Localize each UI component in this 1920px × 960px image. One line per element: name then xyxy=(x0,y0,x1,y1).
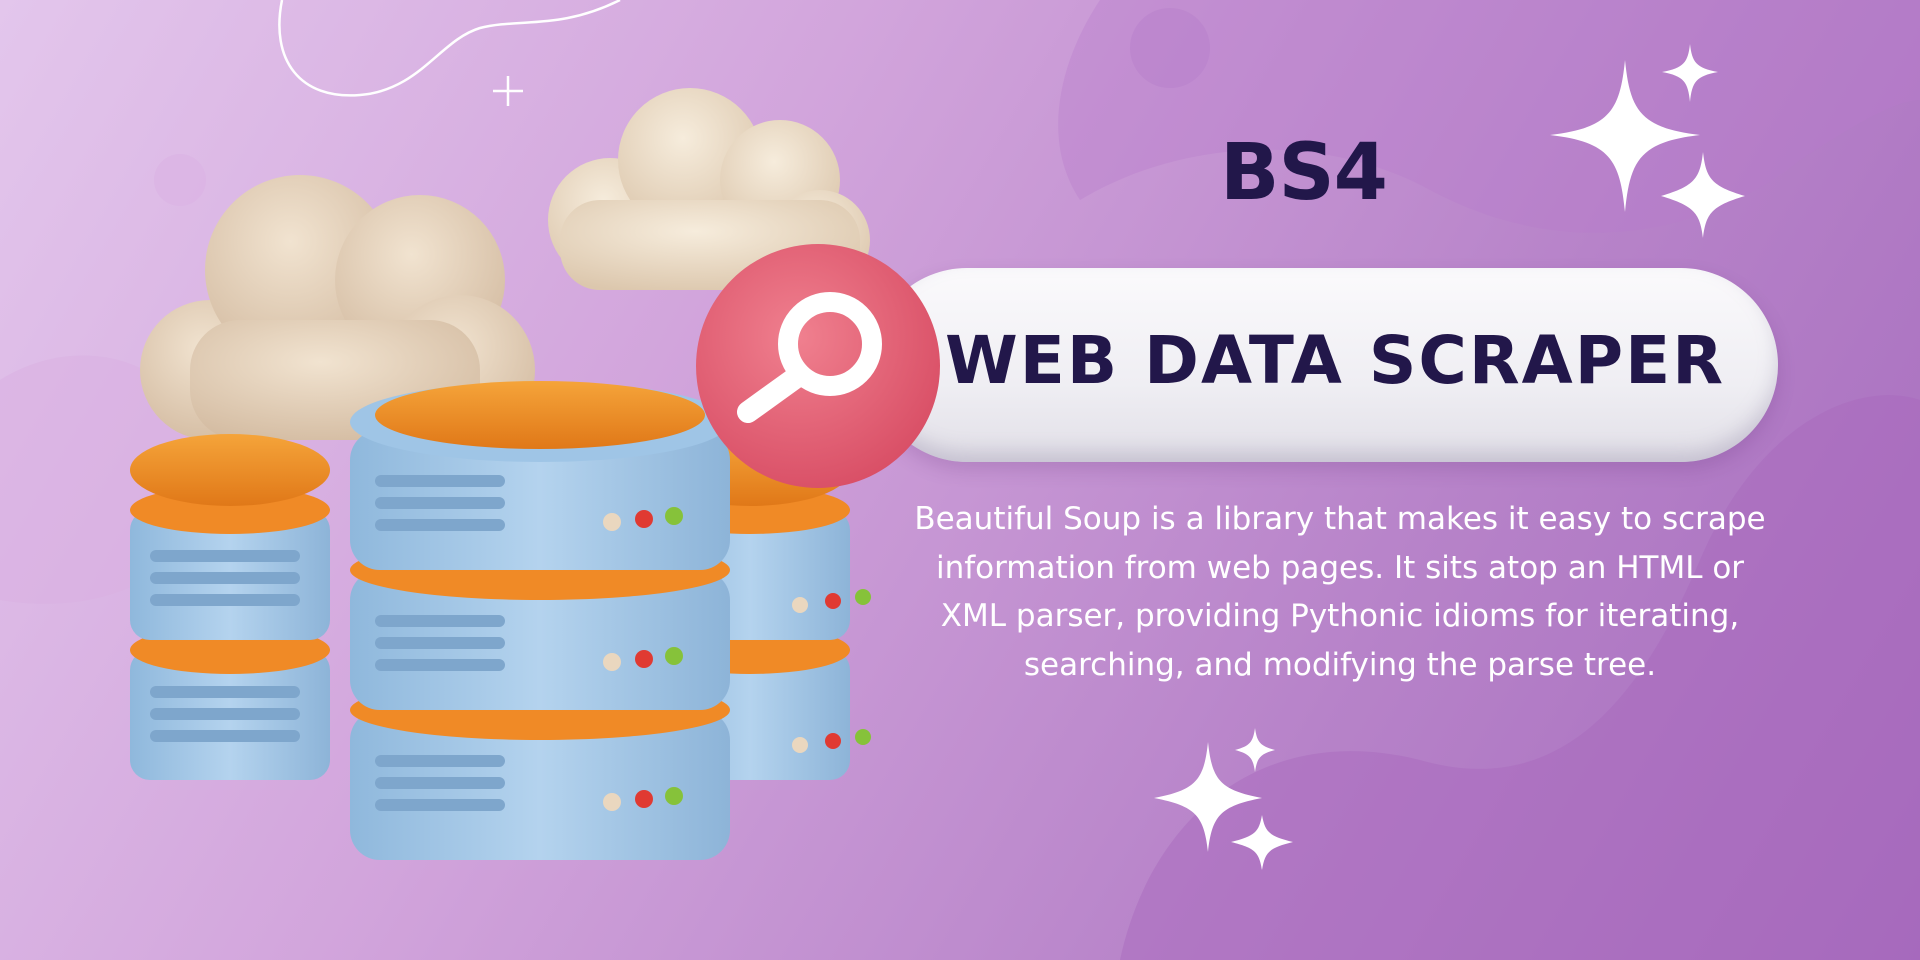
headline: WEB DATA SCRAPER xyxy=(945,322,1726,399)
banner: BS4 WEB DATA SCRAPER Beautiful Soup is a… xyxy=(0,0,1920,960)
page-title: BS4 xyxy=(1220,128,1388,218)
server-stack-center xyxy=(350,381,730,860)
description: Beautiful Soup is a library that makes i… xyxy=(914,501,1766,683)
server-stack-left xyxy=(130,434,330,780)
magnifying-glass-icon xyxy=(696,244,940,488)
